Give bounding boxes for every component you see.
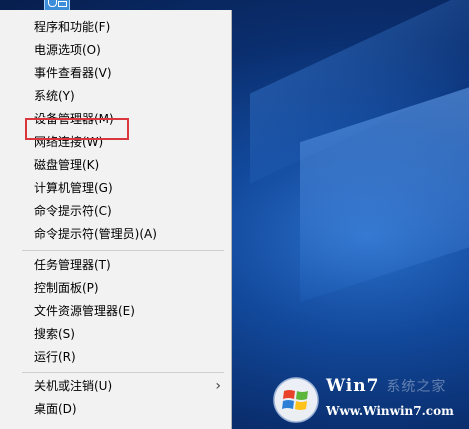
menu-item-shutdown-or-sign-out[interactable]: 关机或注销(U) ›: [0, 375, 231, 398]
menu-item-event-viewer[interactable]: 事件查看器(V): [0, 62, 231, 85]
menu-item-command-prompt-admin[interactable]: 命令提示符(管理员)(A): [0, 223, 231, 246]
menu-item-desktop[interactable]: 桌面(D): [0, 398, 231, 421]
menu-item-file-explorer[interactable]: 文件资源管理器(E): [0, 300, 231, 323]
windows-logo-icon: [273, 377, 319, 423]
menu-item-run[interactable]: 运行(R): [0, 346, 231, 369]
menu-separator: [22, 372, 224, 373]
watermark-url: Www.Winwin7.com: [326, 404, 454, 418]
highlight-annotation-box: [25, 118, 129, 140]
menu-separator: [22, 250, 224, 251]
menu-item-control-panel[interactable]: 控制面板(P): [0, 277, 231, 300]
menu-item-system[interactable]: 系统(Y): [0, 85, 231, 108]
chevron-right-icon: ›: [215, 378, 221, 394]
watermark-brand: Win7: [326, 376, 380, 396]
start-icon-part: [58, 1, 67, 7]
desktop: 程序和功能(F) 电源选项(O) 事件查看器(V) 系统(Y) 设备管理器(M)…: [0, 0, 469, 429]
watermark: Win7 系统之家 Www.Winwin7.com: [268, 374, 469, 429]
menu-item-search[interactable]: 搜索(S): [0, 323, 231, 346]
menu-item-task-manager[interactable]: 任务管理器(T): [0, 254, 231, 277]
menu-item-disk-management[interactable]: 磁盘管理(K): [0, 154, 231, 177]
menu-item-programs-and-features[interactable]: 程序和功能(F): [0, 16, 231, 39]
winx-context-menu: 程序和功能(F) 电源选项(O) 事件查看器(V) 系统(Y) 设备管理器(M)…: [0, 10, 232, 429]
menu-item-command-prompt[interactable]: 命令提示符(C): [0, 200, 231, 223]
watermark-title: Win7 系统之家: [326, 376, 446, 396]
menu-item-label: 关机或注销(U): [34, 379, 113, 393]
start-icon: [48, 0, 57, 7]
watermark-brand-suffix: 系统之家: [386, 379, 447, 395]
menu-item-computer-management[interactable]: 计算机管理(G): [0, 177, 231, 200]
menu-item-power-options[interactable]: 电源选项(O): [0, 39, 231, 62]
